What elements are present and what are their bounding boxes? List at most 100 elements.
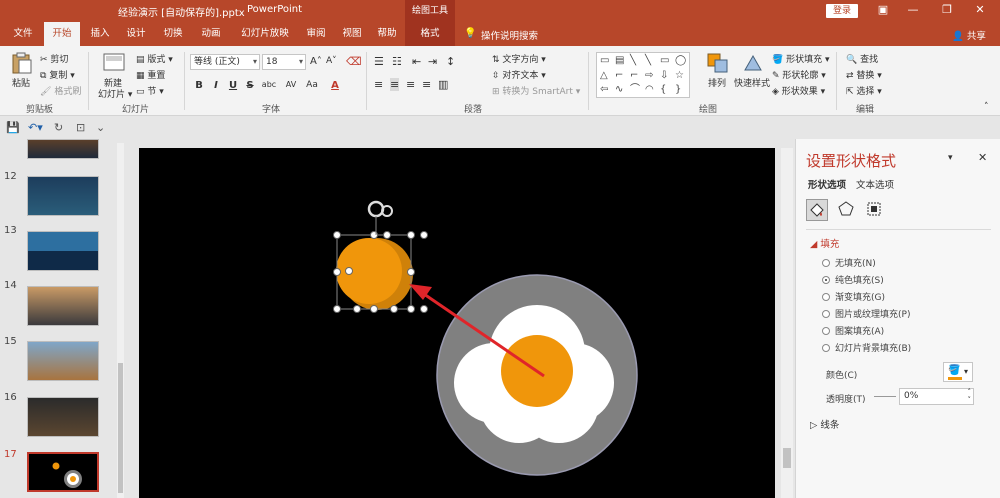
- quick-styles-icon[interactable]: [741, 52, 765, 74]
- shape-fill-button[interactable]: 🪣 形状填充 ▾: [772, 52, 830, 65]
- shape-arrow-left-icon[interactable]: ⇦: [600, 85, 608, 95]
- slide-thumbnail[interactable]: [27, 397, 99, 437]
- tab-review[interactable]: 审阅: [300, 22, 332, 46]
- tab-file[interactable]: 文件: [6, 22, 40, 46]
- minimize-icon[interactable]: —: [903, 3, 923, 16]
- transparency-input[interactable]: 0% ˄ ˅: [899, 388, 974, 405]
- redo-icon[interactable]: ↻: [54, 121, 63, 134]
- scrollbar-thumb[interactable]: [783, 448, 791, 468]
- shape-lshape2-icon[interactable]: ⌐: [630, 71, 638, 81]
- shadow-button[interactable]: abc: [259, 80, 279, 89]
- strike-button[interactable]: S: [243, 80, 257, 91]
- radio-picture-fill[interactable]: 图片或纹理填充(P): [822, 307, 910, 320]
- size-properties-icon[interactable]: [864, 199, 886, 221]
- shape-effects-button[interactable]: ◈ 形状效果 ▾: [772, 84, 825, 97]
- clear-format-icon[interactable]: ⌫: [346, 55, 362, 68]
- slide-thumbnail[interactable]: [27, 176, 99, 216]
- tab-home[interactable]: 开始: [44, 22, 80, 46]
- fill-color-button[interactable]: 🪣 ▾: [943, 362, 973, 382]
- tab-slideshow[interactable]: 幻灯片放映: [232, 22, 298, 46]
- collapse-ribbon-icon[interactable]: ˄: [984, 102, 989, 112]
- tab-help[interactable]: 帮助: [371, 22, 403, 46]
- pane-close-icon[interactable]: ✕: [978, 151, 987, 164]
- shrink-font-button[interactable]: A˅: [326, 56, 337, 66]
- save-icon[interactable]: 💾: [6, 121, 20, 134]
- shape-star-icon[interactable]: ☆: [675, 71, 684, 81]
- shape-arc-icon[interactable]: ◠: [645, 85, 654, 95]
- replace-button[interactable]: ⇄ 替换 ▾: [846, 68, 882, 81]
- line-spacing-icon[interactable]: ↕: [446, 55, 455, 68]
- slide-thumbnail[interactable]: [27, 231, 99, 271]
- shape-wave-icon[interactable]: ∿: [615, 85, 623, 95]
- effects-pentagon-icon[interactable]: [836, 199, 858, 221]
- shape-line2-icon[interactable]: ╲: [645, 56, 651, 66]
- radio-gradient-fill[interactable]: 渐变填充(G): [822, 290, 885, 303]
- tab-transitions[interactable]: 切换: [156, 22, 190, 46]
- cut-button[interactable]: ✂ 剪切: [40, 52, 68, 65]
- slide-thumbnail[interactable]: [27, 341, 99, 381]
- tab-design[interactable]: 设计: [120, 22, 152, 46]
- font-size-combo[interactable]: 18 ▾: [262, 54, 306, 70]
- tab-animations[interactable]: 动画: [194, 22, 228, 46]
- copy-button[interactable]: ⧉ 复制 ▾: [40, 68, 75, 81]
- paste-button[interactable]: 粘贴: [12, 76, 30, 89]
- shapes-gallery[interactable]: ▭ ▤ ╲ ╲ ▭ ◯ △ ⌐ ⌐ ⇨ ⇩ ☆ ⇦ ∿ ⌒ ◠ { }: [596, 52, 690, 98]
- quick-styles-button[interactable]: 快速样式: [734, 76, 770, 89]
- change-case-button[interactable]: Aa: [302, 80, 322, 90]
- new-slide-icon[interactable]: [102, 52, 126, 74]
- rotate-handle-icon[interactable]: [367, 200, 393, 235]
- ribbon-display-icon[interactable]: ▣: [873, 3, 893, 16]
- tab-shape-options[interactable]: 形状选项: [808, 177, 846, 191]
- scrollbar-thumb[interactable]: [118, 363, 123, 493]
- underline-button[interactable]: U: [226, 80, 240, 91]
- undo-icon[interactable]: ↶▾: [28, 121, 43, 134]
- section-button[interactable]: ▭ 节 ▾: [136, 84, 164, 97]
- new-slide-button-2[interactable]: 幻灯片 ▾: [98, 87, 132, 100]
- shape-arrow-right-icon[interactable]: ⇨: [645, 71, 653, 81]
- font-name-combo[interactable]: 等线 (正文) ▾: [190, 54, 260, 70]
- spinner-icon[interactable]: ˄ ˅: [968, 388, 972, 404]
- slide-thumbnail[interactable]: [27, 286, 99, 326]
- customize-qat-icon[interactable]: ⌄: [96, 121, 105, 134]
- outdent-icon[interactable]: ⇥: [428, 55, 437, 68]
- bullets-icon[interactable]: ☰: [374, 55, 384, 68]
- bold-button[interactable]: B: [192, 80, 206, 91]
- shape-triangle-icon[interactable]: △: [600, 71, 608, 81]
- fill-line-icon[interactable]: [806, 199, 828, 221]
- reset-button[interactable]: ▦ 重置: [136, 68, 165, 81]
- align-left-icon[interactable]: ≡: [374, 78, 383, 91]
- fill-section-header[interactable]: ◢ 填充: [810, 236, 839, 250]
- tab-insert[interactable]: 插入: [84, 22, 116, 46]
- paste-icon[interactable]: [10, 52, 34, 74]
- shape-arrow-down-icon[interactable]: ⇩: [660, 71, 668, 81]
- radio-background-fill[interactable]: 幻灯片背景填充(B): [822, 341, 911, 354]
- grow-font-button[interactable]: A˄: [310, 56, 322, 67]
- shape-brace-icon[interactable]: {: [660, 85, 666, 95]
- shape-rect2-icon[interactable]: ▭: [660, 56, 669, 66]
- indent-icon[interactable]: ⇤: [412, 55, 421, 68]
- login-button[interactable]: 登录: [826, 4, 858, 18]
- columns-icon[interactable]: ▥: [438, 78, 448, 91]
- format-painter-button[interactable]: 🖌 格式刷: [40, 84, 81, 97]
- numbering-icon[interactable]: ☷: [392, 55, 402, 68]
- restore-icon[interactable]: ❐: [937, 3, 957, 16]
- find-button[interactable]: 🔍 查找: [846, 52, 878, 65]
- canvas-scrollbar[interactable]: [781, 148, 793, 498]
- arrange-icon[interactable]: [706, 52, 730, 74]
- char-spacing-button[interactable]: AV: [282, 80, 300, 89]
- tab-format[interactable]: 格式: [405, 22, 455, 46]
- share-button[interactable]: 👤 共享: [952, 28, 986, 42]
- align-center-icon[interactable]: ≡: [390, 78, 400, 91]
- tab-text-options[interactable]: 文本选项: [856, 177, 894, 191]
- shape-rect-icon[interactable]: ▭: [600, 56, 609, 66]
- slides-scrollbar[interactable]: [117, 143, 124, 498]
- close-icon[interactable]: ✕: [970, 3, 990, 16]
- slide-thumbnail-active[interactable]: [27, 452, 99, 492]
- shape-brace2-icon[interactable]: }: [675, 85, 681, 95]
- align-right-icon[interactable]: ≡: [406, 78, 415, 91]
- layout-button[interactable]: ▤ 版式 ▾: [136, 52, 173, 65]
- shape-curve-icon[interactable]: ⌒: [630, 85, 640, 95]
- select-button[interactable]: ⇱ 选择 ▾: [846, 84, 882, 97]
- arrange-button[interactable]: 排列: [708, 76, 726, 89]
- radio-solid-fill[interactable]: 纯色填充(S): [822, 273, 884, 286]
